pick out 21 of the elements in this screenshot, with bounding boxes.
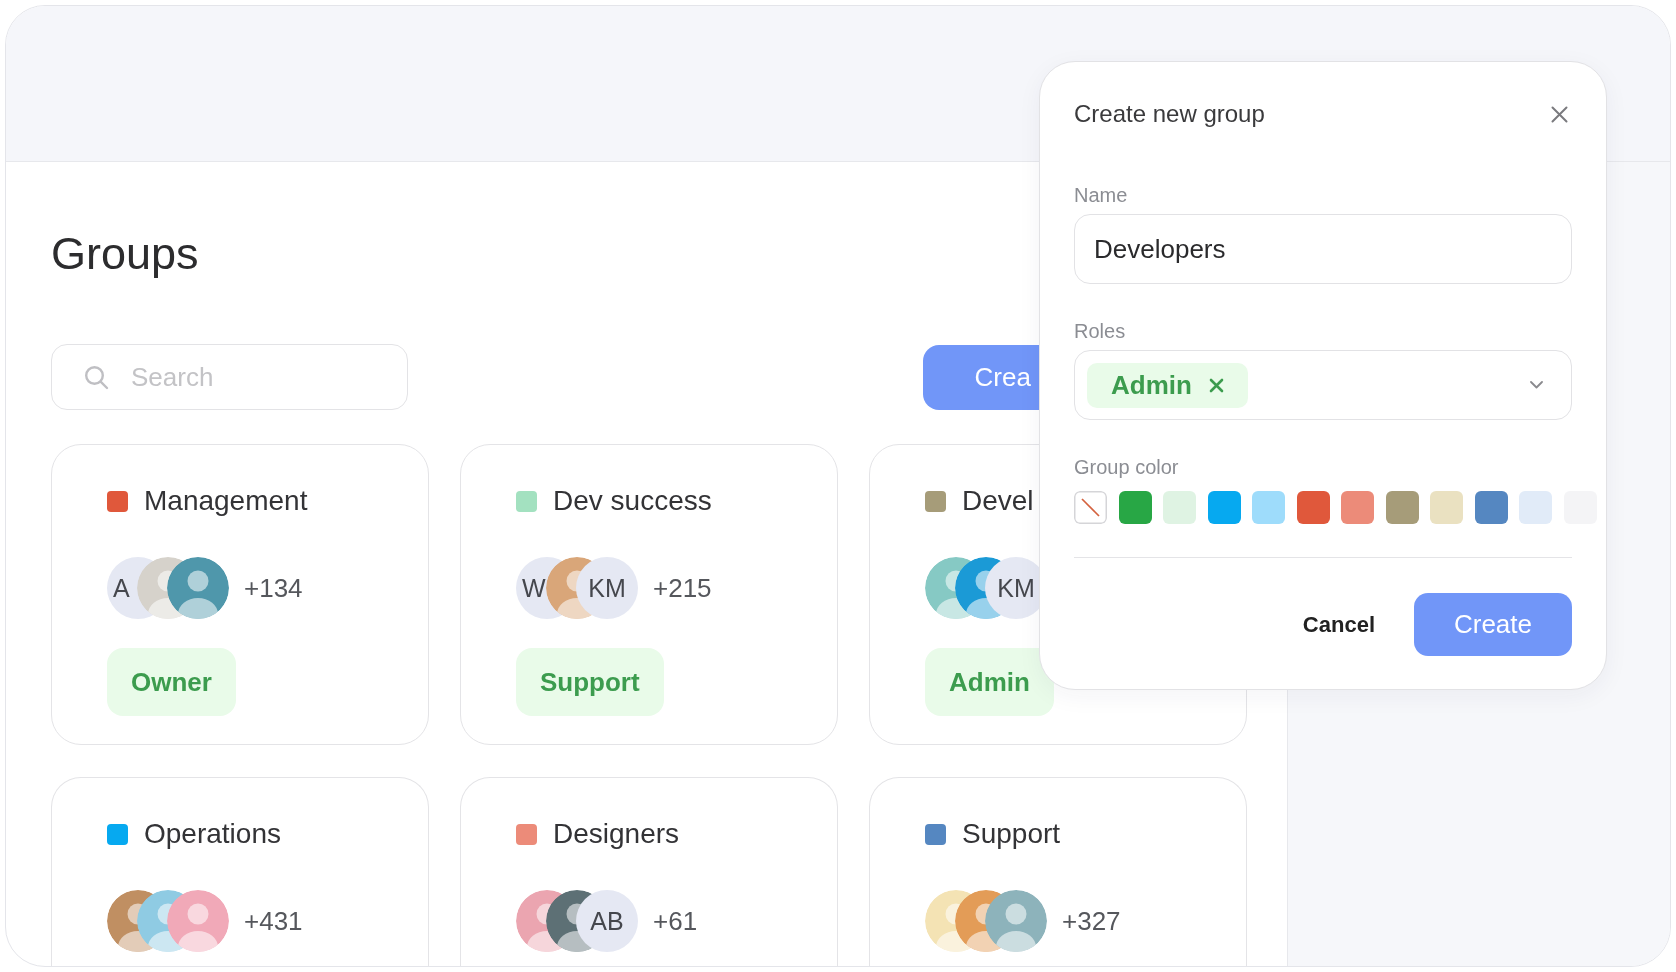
group-name: Designers: [553, 818, 680, 850]
group-name: Operations: [144, 818, 281, 850]
role-tag: Owner: [107, 648, 236, 716]
page-title: Groups: [51, 228, 199, 280]
member-count: +61: [653, 905, 698, 937]
field-label: Group color: [1074, 456, 1179, 478]
group-name: Devel: [962, 485, 1034, 517]
member-count: +134: [244, 572, 303, 604]
field-label: Name: [1074, 184, 1128, 206]
role-tag: Support: [516, 648, 664, 716]
group-name: Management: [144, 485, 308, 517]
user-avatar: AB: [576, 890, 638, 952]
member-count: +327: [1062, 905, 1121, 937]
field-label: Roles: [1074, 320, 1126, 342]
group-name: Support: [962, 818, 1061, 850]
member-count: +215: [653, 572, 712, 604]
group-name: Dev success: [553, 485, 712, 517]
user-avatar: KM: [576, 557, 638, 619]
role-tag: Admin: [925, 648, 1054, 716]
member-count: +431: [244, 905, 303, 937]
dialog-title: Create new group: [1074, 100, 1265, 128]
